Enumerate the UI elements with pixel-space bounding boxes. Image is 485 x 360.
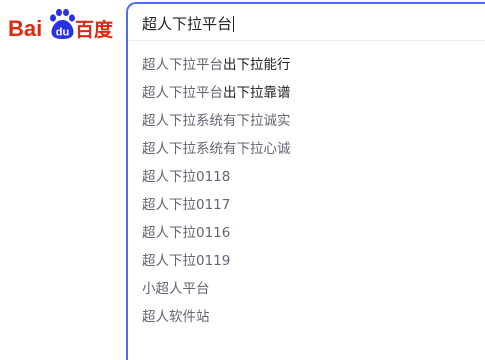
- suggestion-prefix: 小超人平台: [142, 281, 210, 297]
- suggestion-prefix: 超人下拉平台: [142, 57, 223, 73]
- suggestion-prefix: 超人下拉0118: [142, 169, 231, 185]
- suggestion-rest: 出下拉能行: [223, 57, 291, 73]
- baidu-logo-graphic: du Bai 百度: [8, 8, 114, 41]
- suggestion-prefix: 超人下拉0116: [142, 225, 231, 241]
- dropdown-divider: [128, 40, 485, 41]
- suggestion-item[interactable]: 超人下拉0117: [142, 191, 291, 219]
- suggestion-item[interactable]: 超人下拉系统有下拉心诚: [142, 135, 291, 163]
- suggestion-prefix: 超人下拉0119: [142, 253, 231, 269]
- paw-pad-mid-right: [63, 8, 69, 17]
- paw-pad-mid-left: [56, 8, 62, 17]
- suggestion-dropdown: 超人下拉平台出下拉能行 超人下拉平台出下拉靠谱 超人下拉系统有下拉诚实 超人下拉…: [126, 40, 485, 360]
- suggestion-prefix: 超人下拉系统有下拉心诚: [142, 141, 291, 157]
- suggestion-list: 超人下拉平台出下拉能行 超人下拉平台出下拉靠谱 超人下拉系统有下拉诚实 超人下拉…: [142, 51, 291, 331]
- logo-du-text: du: [56, 27, 69, 39]
- suggestion-prefix: 超人下拉0117: [142, 197, 231, 213]
- logo-chinese-text: 百度: [75, 18, 114, 41]
- suggestion-item[interactable]: 超人下拉0118: [142, 163, 291, 191]
- suggestion-rest: 出下拉靠谱: [223, 85, 291, 101]
- paw-pad-left: [50, 14, 56, 22]
- suggestion-item[interactable]: 超人下拉平台出下拉靠谱: [142, 79, 291, 107]
- suggestion-item[interactable]: 超人软件站: [142, 303, 291, 331]
- suggestion-item[interactable]: 小超人平台: [142, 275, 291, 303]
- search-input-text: 超人下拉平台: [142, 15, 233, 33]
- logo-bai-text: Bai: [8, 16, 42, 41]
- suggestion-item[interactable]: 超人下拉0116: [142, 219, 291, 247]
- text-caret: [233, 16, 235, 32]
- suggestion-item[interactable]: 超人下拉平台出下拉能行: [142, 51, 291, 79]
- baidu-logo[interactable]: du Bai 百度: [6, 6, 116, 42]
- suggestion-item[interactable]: 超人下拉0119: [142, 247, 291, 275]
- suggestion-item[interactable]: 超人下拉系统有下拉诚实: [142, 107, 291, 135]
- suggestion-prefix: 超人下拉平台: [142, 85, 223, 101]
- suggestion-prefix: 超人软件站: [142, 309, 210, 325]
- search-box[interactable]: 超人下拉平台: [126, 2, 485, 40]
- search-input[interactable]: 超人下拉平台: [142, 13, 235, 34]
- suggestion-prefix: 超人下拉系统有下拉诚实: [142, 113, 291, 129]
